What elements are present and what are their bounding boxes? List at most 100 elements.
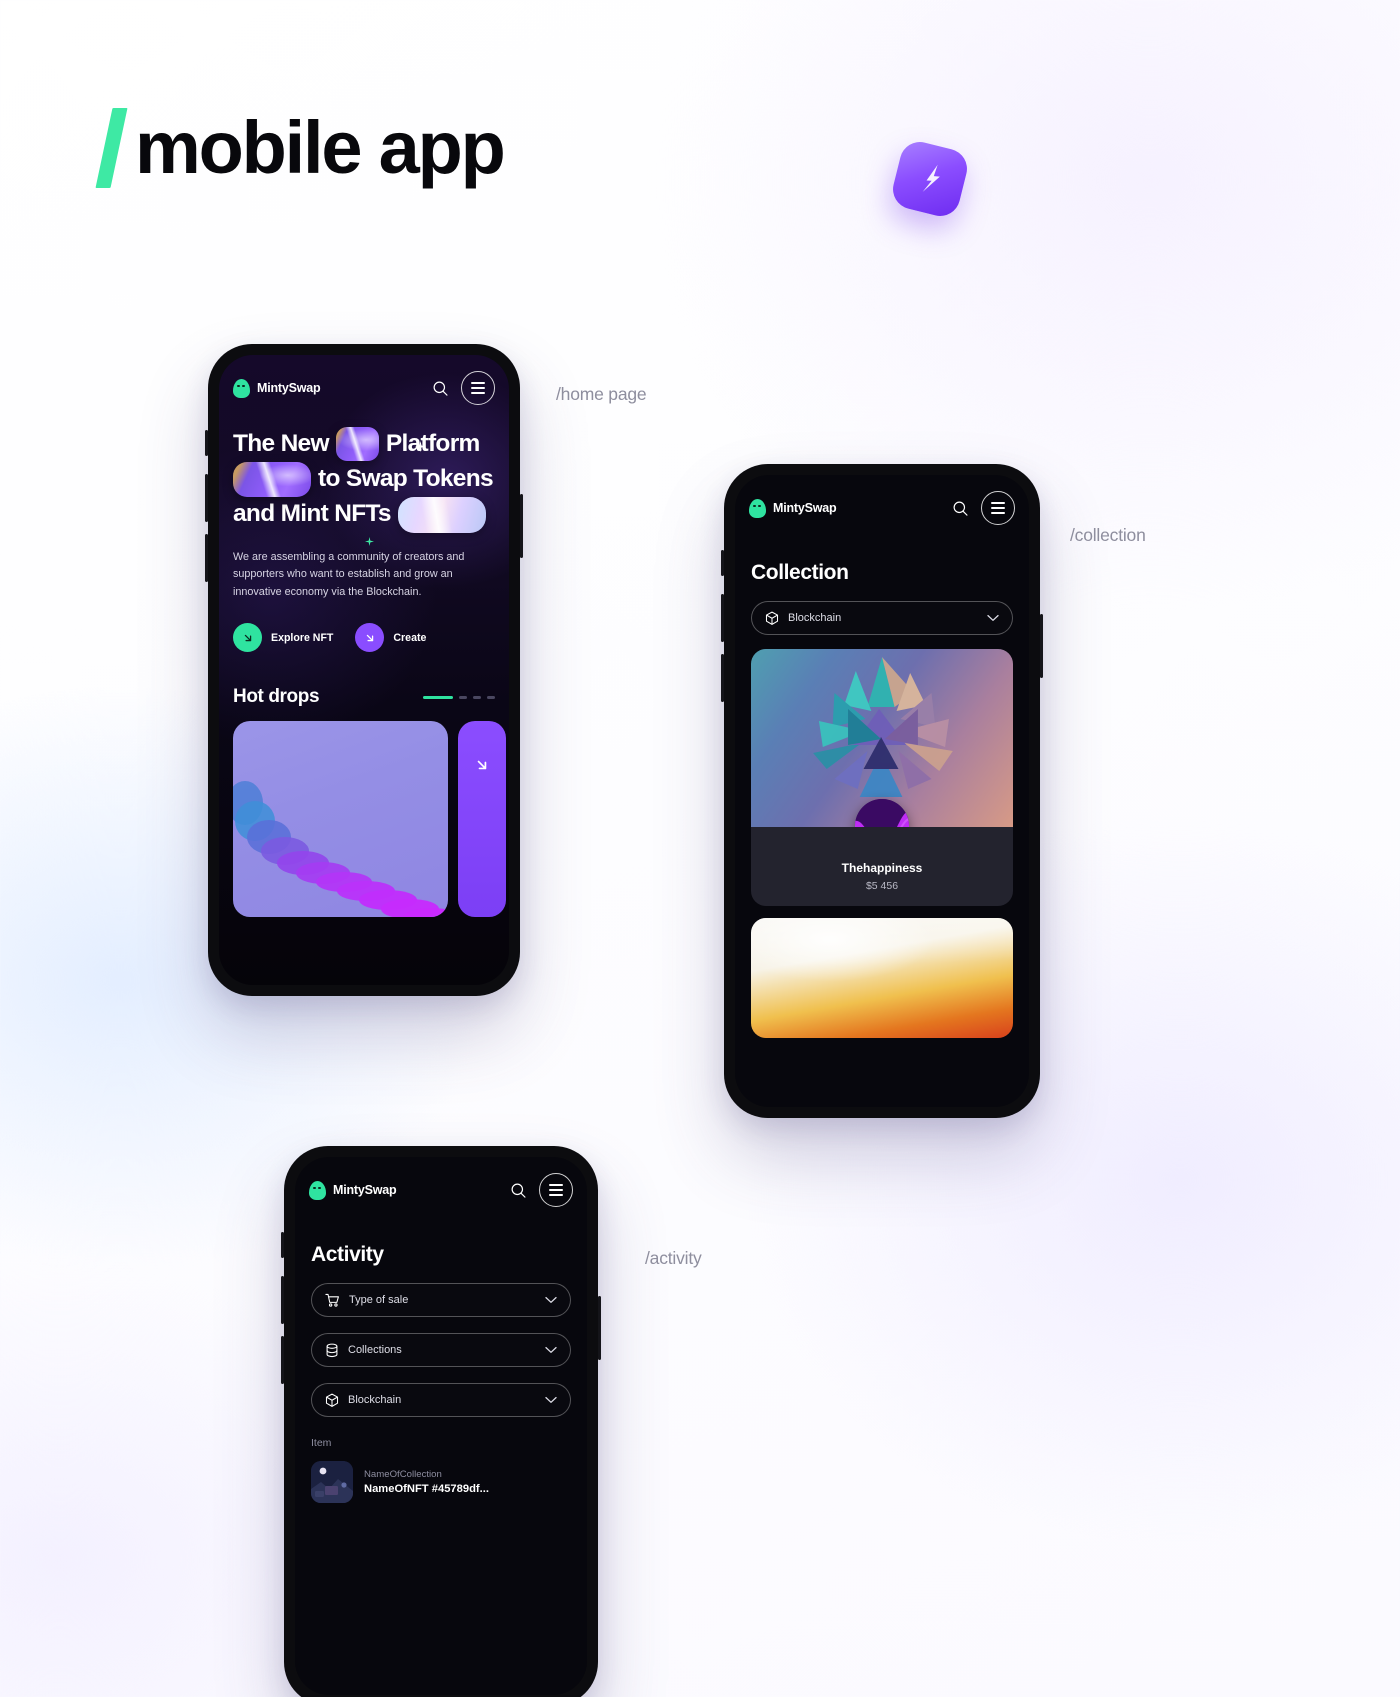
phone-mockup-home: MintySwap The New Platform to Swap Token…	[205, 344, 523, 996]
drop-next-button[interactable]	[458, 721, 506, 918]
phone-mockup-activity: MintySwap Activity Type of sale Collecti…	[281, 1146, 601, 1697]
activity-item-texts: NameOfCollection NameOfNFT #45789df...	[364, 1469, 489, 1495]
phone-button-volume-up	[281, 1276, 284, 1324]
phone-button-power	[520, 494, 523, 558]
pagination-dot	[473, 695, 481, 699]
hot-drops-carousel[interactable]	[219, 721, 509, 918]
activity-title: Activity	[311, 1243, 384, 1266]
chevron-down-icon	[545, 1396, 557, 1403]
carousel-pagination[interactable]	[423, 695, 495, 699]
phone-button-mute	[205, 430, 208, 456]
helix-artwork	[233, 781, 447, 918]
mint-drop-icon	[749, 498, 766, 518]
chevron-down-icon	[987, 614, 999, 621]
collection-screen: MintySwap Collection Blockchain Thehappi…	[735, 475, 1029, 1107]
collections-filter-select[interactable]: Collections	[311, 1333, 571, 1367]
phone-button-power	[1040, 614, 1043, 678]
hamburger-menu-icon[interactable]	[461, 371, 495, 405]
chevron-down-icon	[545, 1346, 557, 1353]
activity-item-collection: NameOfCollection	[364, 1469, 442, 1480]
brand-logo[interactable]: MintySwap	[749, 498, 837, 518]
pagination-dot	[487, 695, 495, 699]
arrow-down-right-icon	[477, 760, 487, 770]
brand-name: MintySwap	[333, 1183, 397, 1197]
type-of-sale-filter-select[interactable]: Type of sale	[311, 1283, 571, 1317]
collection-title: Collection	[751, 561, 849, 584]
hero-line-1: The New Platform	[233, 427, 495, 462]
explore-nft-label: Explore NFT	[271, 631, 334, 644]
blockchain-label: Blockchain	[348, 1394, 402, 1406]
mint-drop-icon	[309, 1180, 326, 1200]
phone-button-volume-down	[281, 1336, 284, 1384]
hero-text-the-new: The New	[233, 430, 330, 457]
cart-icon	[325, 1293, 339, 1307]
nft-meta: Thehappiness $5 456	[751, 827, 1013, 906]
nft-name: Thehappiness	[841, 861, 923, 875]
annotation-activity: /activity	[645, 1248, 702, 1268]
hero-thumb-purple-small	[335, 427, 379, 462]
hero-line-2: to Swap Tokens	[233, 461, 495, 497]
hamburger-menu-icon[interactable]	[981, 491, 1015, 525]
brand-name: MintySwap	[257, 381, 321, 395]
hero-line-3: and Mint NFTs	[233, 496, 495, 533]
nft-thumbnail	[311, 1461, 353, 1503]
hamburger-menu-icon[interactable]	[539, 1173, 573, 1207]
hot-drops-title: Hot drops	[233, 686, 320, 708]
type-of-sale-label: Type of sale	[349, 1294, 409, 1306]
hot-drops-section: Hot drops	[219, 652, 509, 918]
pagination-active	[423, 695, 453, 699]
activity-app-header: MintySwap	[295, 1157, 587, 1207]
hero-paragraph: We are assembling a community of creator…	[233, 550, 465, 598]
search-icon[interactable]	[510, 1182, 527, 1199]
phone-button-volume-down	[721, 654, 724, 702]
phone-button-volume-up	[721, 594, 724, 642]
explore-nft-button[interactable]: Explore NFT	[233, 623, 334, 653]
swoosh-icon	[922, 164, 940, 192]
pagination-dot	[459, 695, 467, 699]
search-icon[interactable]	[952, 500, 969, 517]
cube-icon	[325, 1393, 339, 1407]
hero-text-platform: Platform	[385, 430, 480, 457]
arrow-down-right-icon	[233, 623, 262, 653]
hero-text-mint-nfts: and Mint NFTs	[233, 500, 392, 528]
chevron-down-icon	[545, 1296, 557, 1303]
nft-price: $5 456	[865, 880, 899, 892]
slash-accent-bar	[95, 108, 128, 188]
brand-logo[interactable]: MintySwap	[309, 1180, 397, 1200]
nft-card-secondary[interactable]	[751, 918, 1013, 1038]
blockchain-filter-select[interactable]: Blockchain	[751, 601, 1013, 635]
hero-text-swap-tokens: to Swap Tokens	[318, 464, 494, 492]
nft-thumbnail-art	[311, 1461, 353, 1503]
mint-drop-icon	[233, 378, 250, 398]
hero-cta-row: Explore NFT Create	[233, 623, 495, 653]
annotation-collection: /collection	[1070, 525, 1146, 545]
collections-label: Collections	[348, 1344, 402, 1356]
hero-thumb-purple-wide	[233, 461, 311, 497]
mintyswap-app-icon	[888, 137, 972, 221]
brand-logo[interactable]: MintySwap	[233, 378, 321, 398]
hero-thumb-pastel	[397, 496, 486, 533]
blockchain-filter-select[interactable]: Blockchain	[311, 1383, 571, 1417]
hero-heading: The New Platform to Swap Tokens and Mint…	[233, 427, 495, 546]
cube-icon	[765, 611, 779, 625]
activity-screen: MintySwap Activity Type of sale Collecti…	[295, 1157, 587, 1695]
item-column-header: Item	[311, 1437, 332, 1449]
sparkle-icon	[365, 537, 374, 546]
phone-button-volume-down	[205, 534, 208, 582]
blockchain-filter-label: Blockchain	[788, 612, 842, 624]
phone-button-mute	[281, 1232, 284, 1258]
nft-card[interactable]: Thehappiness $5 456	[751, 649, 1013, 906]
phone-button-mute	[721, 550, 724, 576]
create-button[interactable]: Create	[355, 623, 426, 653]
phone-mockup-collection: MintySwap Collection Blockchain Thehappi…	[721, 464, 1043, 1118]
search-icon[interactable]	[432, 380, 449, 397]
home-app-header: MintySwap	[219, 355, 509, 405]
hero-section: The New Platform to Swap Tokens and Mint…	[219, 405, 509, 653]
phone-button-volume-up	[205, 474, 208, 522]
drop-card[interactable]	[233, 721, 448, 918]
home-screen: MintySwap The New Platform to Swap Token…	[219, 355, 509, 985]
page-title: mobile app	[95, 108, 506, 188]
nft-artwork	[751, 649, 1013, 827]
brand-name: MintySwap	[773, 501, 837, 515]
activity-list-item[interactable]: NameOfCollection NameOfNFT #45789df...	[295, 1449, 587, 1503]
